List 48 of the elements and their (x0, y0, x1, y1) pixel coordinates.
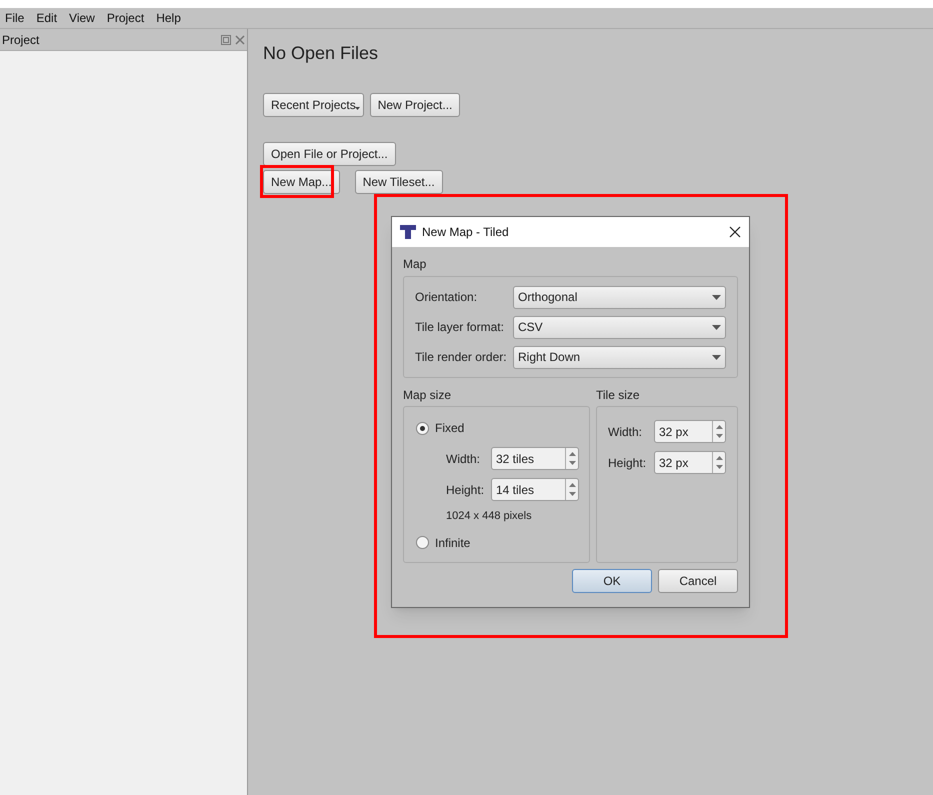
radio-button[interactable] (416, 422, 429, 434)
menu-item[interactable]: Help (153, 9, 184, 27)
app-icon (400, 225, 416, 239)
dialog-button[interactable]: Cancel (658, 569, 738, 593)
field-label: Tile layer format: (415, 319, 505, 336)
caret-icon (712, 324, 721, 330)
radio-label: Fixed (435, 420, 464, 437)
menu-item[interactable]: View (66, 9, 98, 27)
dropdown[interactable]: CSV (513, 316, 726, 338)
dropdown[interactable]: Orthogonal (513, 286, 726, 308)
pixel-size-note: 1024 x 448 pixels (446, 509, 533, 524)
action-button[interactable]: New Tileset... (354, 170, 443, 194)
action-button[interactable]: Open File or Project... (263, 142, 396, 166)
caret-icon (712, 294, 721, 300)
group-title: Map size (403, 387, 452, 404)
group-title: Tile size (596, 387, 641, 404)
stepper-icon[interactable] (712, 452, 725, 473)
page-heading: No Open Files (263, 42, 380, 65)
action-button[interactable]: New Project... (370, 93, 460, 117)
dropdown[interactable]: Right Down (513, 346, 726, 368)
field-label: Width: (446, 450, 482, 468)
spin-box[interactable]: 14 tiles (491, 478, 579, 501)
spin-box[interactable]: 32 px (654, 420, 726, 443)
caret-icon (354, 107, 360, 110)
field-label: Tile render order: (415, 349, 508, 366)
field-label: Height: (446, 482, 486, 498)
field-label: Orientation: (415, 289, 478, 306)
stepper-icon[interactable] (565, 479, 578, 500)
radio-label: Infinite (435, 534, 470, 552)
stepper-icon[interactable] (565, 448, 578, 469)
spin-box[interactable]: 32 tiles (491, 447, 579, 470)
menu-item[interactable]: File (2, 9, 28, 27)
spin-box[interactable]: 32 px (654, 451, 726, 474)
menu-item[interactable]: Edit (33, 9, 60, 27)
dialog-button[interactable]: OK (572, 569, 652, 593)
caret-icon (712, 354, 721, 360)
window-title: New Map - Tiled (422, 224, 510, 241)
radio-button[interactable] (416, 536, 429, 549)
menu-item[interactable]: Project (104, 9, 148, 27)
group-title: Map (403, 256, 428, 273)
dropdown-button[interactable]: Recent Projects (263, 93, 364, 117)
field-label: Height: (608, 454, 648, 472)
panel-title: Project (2, 32, 40, 48)
stepper-icon[interactable] (712, 421, 725, 442)
close-icon[interactable] (729, 226, 741, 238)
field-label: Width: (608, 424, 644, 440)
action-button[interactable]: New Map... (263, 170, 340, 194)
float-icon[interactable] (221, 34, 231, 44)
